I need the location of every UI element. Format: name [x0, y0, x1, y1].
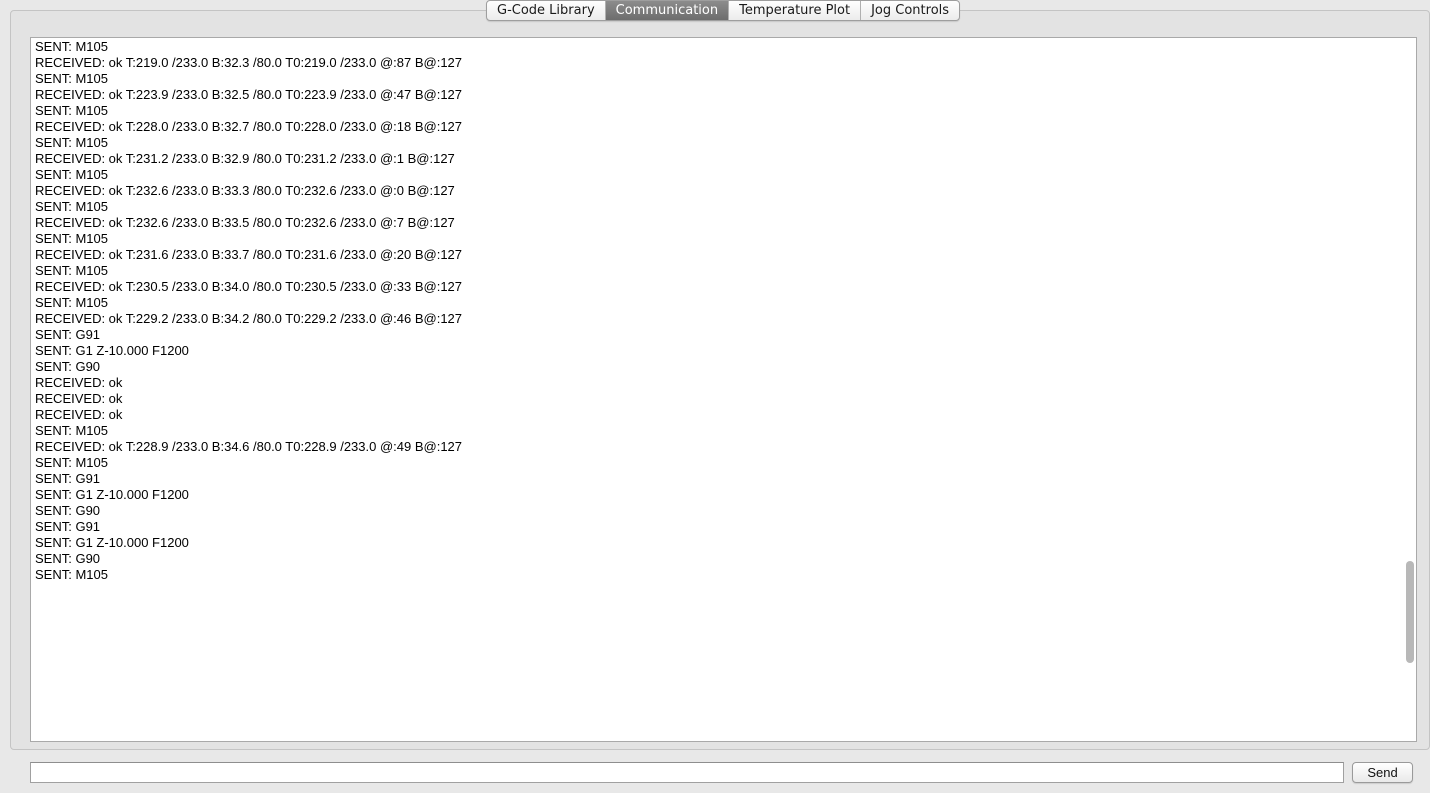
log-line: RECEIVED: ok	[35, 407, 123, 422]
tab-communication[interactable]: Communication	[605, 1, 730, 20]
log-line: SENT: M105	[35, 423, 108, 438]
log-line: SENT: G91	[35, 471, 101, 486]
log-line: RECEIVED: ok T:231.6 /233.0 B:33.7 /80.0…	[35, 247, 463, 262]
log-line: RECEIVED: ok T:231.2 /233.0 B:32.9 /80.0…	[35, 151, 455, 166]
log-line: SENT: G91	[35, 327, 101, 342]
log-line: SENT: M105	[35, 455, 108, 470]
log-line: SENT: M105	[35, 103, 108, 118]
log-line: SENT: M105	[35, 231, 108, 246]
log-line: RECEIVED: ok	[35, 375, 123, 390]
log-line: SENT: G91	[35, 519, 101, 534]
log-line: RECEIVED: ok T:228.0 /233.0 B:32.7 /80.0…	[35, 119, 463, 134]
log-line: SENT: G1 Z-10.000 F1200	[35, 487, 189, 502]
log-line: SENT: M105	[35, 71, 108, 86]
log-line: SENT: M105	[35, 199, 108, 214]
log-line: RECEIVED: ok T:229.2 /233.0 B:34.2 /80.0…	[35, 311, 463, 326]
log-scrollbar-thumb[interactable]	[1406, 561, 1414, 663]
log-line: SENT: G90	[35, 503, 101, 518]
log-line: SENT: G1 Z-10.000 F1200	[35, 343, 189, 358]
log-line: SENT: M105	[35, 567, 108, 582]
log-line: SENT: M105	[35, 39, 108, 54]
log-line: RECEIVED: ok T:223.9 /233.0 B:32.5 /80.0…	[35, 87, 463, 102]
log-line: RECEIVED: ok T:228.9 /233.0 B:34.6 /80.0…	[35, 439, 463, 454]
app-window: G-Code Library Communication Temperature…	[0, 0, 1430, 793]
tab-gcode-library[interactable]: G-Code Library	[487, 1, 606, 20]
log-line: SENT: G1 Z-10.000 F1200	[35, 535, 189, 550]
log-line: SENT: M105	[35, 295, 108, 310]
log-line: SENT: G90	[35, 359, 101, 374]
log-line: RECEIVED: ok T:230.5 /233.0 B:34.0 /80.0…	[35, 279, 463, 294]
log-line: SENT: G90	[35, 551, 101, 566]
tab-bar: G-Code Library Communication Temperature…	[486, 0, 961, 21]
tab-jog-controls[interactable]: Jog Controls	[861, 1, 959, 20]
log-line: SENT: M105	[35, 167, 108, 182]
log-line: SENT: M105	[35, 135, 108, 150]
communication-log[interactable]: SENT: M105 RECEIVED: ok T:219.0 /233.0 B:…	[30, 37, 1417, 742]
log-line: SENT: M105	[35, 263, 108, 278]
tab-temperature-plot[interactable]: Temperature Plot	[729, 1, 862, 20]
log-text: SENT: M105 RECEIVED: ok T:219.0 /233.0 B:…	[35, 39, 1394, 741]
log-line: RECEIVED: ok T:232.6 /233.0 B:33.5 /80.0…	[35, 215, 455, 230]
command-input[interactable]	[30, 762, 1344, 783]
log-line: RECEIVED: ok T:219.0 /233.0 B:32.3 /80.0…	[35, 55, 463, 70]
log-line: RECEIVED: ok T:232.6 /233.0 B:33.3 /80.0…	[35, 183, 455, 198]
log-line: RECEIVED: ok	[35, 391, 123, 406]
send-button[interactable]: Send	[1352, 762, 1413, 783]
